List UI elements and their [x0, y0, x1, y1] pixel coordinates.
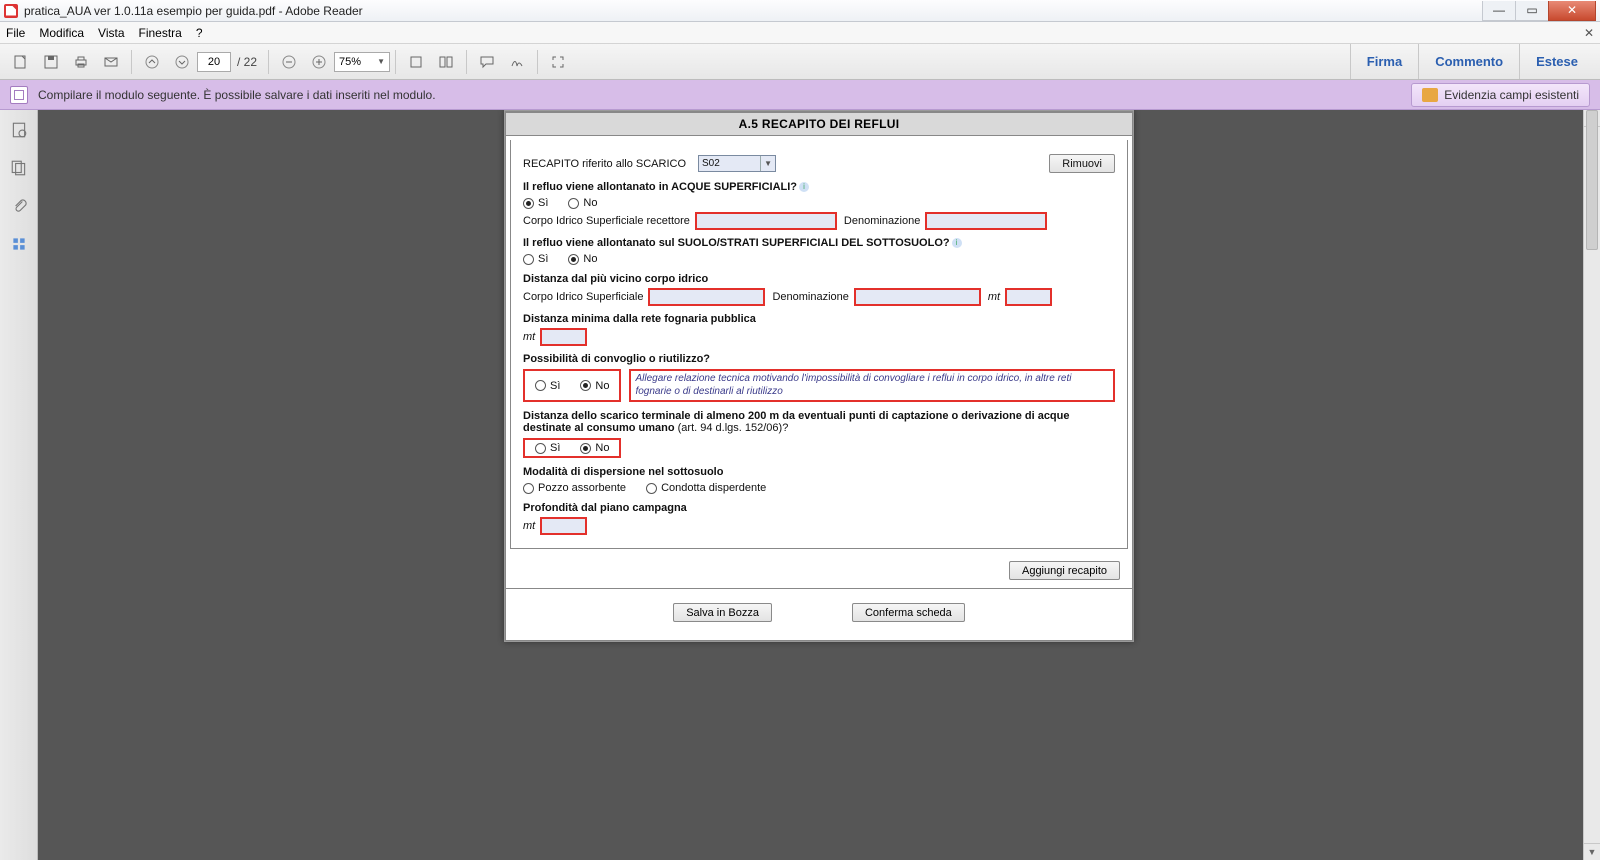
section-header: A.5 RECAPITO DEI REFLUI — [506, 112, 1132, 136]
denominazione-input-2[interactable] — [855, 289, 980, 305]
email-icon[interactable] — [99, 50, 123, 74]
mt-label-2: mt — [523, 331, 535, 343]
q2-label: Il refluo viene allontanato sul SUOLO/ST… — [523, 237, 950, 249]
modalita-label: Modalità di dispersione nel sottosuolo — [523, 466, 723, 478]
pdf-icon — [4, 4, 18, 18]
q1-si-radio[interactable]: Sì — [523, 197, 548, 209]
zoom-out-icon[interactable] — [277, 50, 301, 74]
mt-input-1[interactable] — [1006, 289, 1051, 305]
page-down-icon[interactable] — [170, 50, 194, 74]
panel-firma[interactable]: Firma — [1350, 44, 1418, 79]
print-icon[interactable] — [69, 50, 93, 74]
page-count-label: / 22 — [237, 55, 257, 69]
dist-fognaria-label: Distanza minima dalla rete fognaria pubb… — [523, 313, 756, 325]
corpo-recettore-input[interactable] — [696, 213, 836, 229]
profondita-label: Profondità dal piano campagna — [523, 502, 687, 514]
zoom-in-icon[interactable] — [307, 50, 331, 74]
tool-icon-1[interactable] — [404, 50, 428, 74]
q3-note: Allegare relazione tecnica motivando l'i… — [629, 369, 1115, 402]
fullscreen-icon[interactable] — [546, 50, 570, 74]
q3-si-radio[interactable]: Sì — [535, 380, 560, 392]
panel-commento[interactable]: Commento — [1418, 44, 1519, 79]
close-button[interactable]: ✕ — [1548, 1, 1596, 21]
maximize-button[interactable]: ▭ — [1515, 1, 1549, 21]
window-title: pratica_AUA ver 1.0.11a esempio per guid… — [24, 4, 363, 18]
menu-file[interactable]: File — [6, 26, 25, 40]
page-up-icon[interactable] — [140, 50, 164, 74]
pozzo-radio[interactable]: Pozzo assorbente — [523, 482, 626, 494]
recapito-value: S02 — [702, 158, 720, 169]
window-titlebar: pratica_AUA ver 1.0.11a esempio per guid… — [0, 0, 1600, 22]
scroll-down-icon[interactable]: ▼ — [1584, 843, 1600, 860]
dist-corpo-idrico-label: Distanza dal più vicino corpo idrico — [523, 273, 708, 285]
menu-vista[interactable]: Vista — [98, 26, 124, 40]
scrollbar-thumb[interactable] — [1586, 110, 1598, 250]
corpo-superficiale-input[interactable] — [649, 289, 764, 305]
form-infobar: Compilare il modulo seguente. È possibil… — [0, 80, 1600, 110]
page-number-input[interactable] — [197, 52, 231, 72]
mt-input-3[interactable] — [541, 518, 586, 534]
thumbnails-icon[interactable] — [9, 120, 29, 140]
chevron-down-icon: ▼ — [760, 156, 772, 171]
salva-bozza-button[interactable]: Salva in Bozza — [673, 603, 772, 622]
q3-label: Possibilità di convoglio o riutilizzo? — [523, 353, 710, 365]
menubar: File Modifica Vista Finestra ? ✕ — [0, 22, 1600, 44]
q3-no-radio[interactable]: No — [580, 380, 609, 392]
mt-label-1: mt — [988, 291, 1000, 303]
zoom-value: 75% — [339, 56, 361, 68]
side-toolbar — [0, 110, 38, 860]
q2-si-radio[interactable]: Sì — [523, 253, 548, 265]
conferma-scheda-button[interactable]: Conferma scheda — [852, 603, 965, 622]
highlight-icon — [1422, 88, 1438, 102]
aggiungi-recapito-button[interactable]: Aggiungi recapito — [1009, 561, 1120, 580]
export-pdf-icon[interactable] — [9, 50, 33, 74]
info-icon[interactable]: i — [952, 238, 962, 248]
menu-finestra[interactable]: Finestra — [139, 26, 182, 40]
q1-no-radio[interactable]: No — [568, 197, 597, 209]
pdf-page: A.5 RECAPITO DEI REFLUI RECAPITO riferit… — [504, 110, 1134, 642]
document-area: A.5 RECAPITO DEI REFLUI RECAPITO riferit… — [38, 110, 1600, 860]
denominazione-label-2: Denominazione — [772, 291, 848, 303]
corpo-superficiale-label: Corpo Idrico Superficiale — [523, 291, 643, 303]
menu-help[interactable]: ? — [196, 26, 203, 40]
highlight-fields-label: Evidenzia campi esistenti — [1444, 88, 1579, 102]
highlight-fields-button[interactable]: Evidenzia campi esistenti — [1411, 83, 1590, 107]
mt-label-3: mt — [523, 520, 535, 532]
q4-label-a: Distanza dello scarico terminale di alme… — [523, 410, 1070, 434]
save-icon[interactable] — [39, 50, 63, 74]
minimize-button[interactable]: — — [1482, 1, 1516, 21]
form-info-message: Compilare il modulo seguente. È possibil… — [38, 88, 436, 102]
q1-label: Il refluo viene allontanato in ACQUE SUP… — [523, 181, 797, 193]
vertical-scrollbar[interactable]: ▲ ▼ — [1583, 110, 1600, 860]
corpo-recettore-label: Corpo Idrico Superficiale recettore — [523, 215, 690, 227]
mt-input-2[interactable] — [541, 329, 586, 345]
q4-label-b: (art. 94 d.lgs. 152/06)? — [678, 422, 789, 434]
denominazione-label-1: Denominazione — [844, 215, 920, 227]
tool-icon-2[interactable] — [434, 50, 458, 74]
zoom-select[interactable]: 75%▼ — [334, 52, 390, 72]
panel-estese[interactable]: Estese — [1519, 44, 1594, 79]
recapito-select[interactable]: S02 ▼ — [698, 155, 776, 172]
recapito-label: RECAPITO riferito allo SCARICO — [523, 158, 686, 170]
toolbar: / 22 75%▼ Firma Commento Estese — [0, 44, 1600, 80]
info-icon[interactable]: i — [799, 182, 809, 192]
denominazione-input-1[interactable] — [926, 213, 1046, 229]
sign-icon[interactable] — [505, 50, 529, 74]
pages-icon[interactable] — [9, 158, 29, 178]
q4-no-radio[interactable]: No — [580, 442, 609, 454]
attachment-icon[interactable] — [9, 196, 29, 216]
comment-icon[interactable] — [475, 50, 499, 74]
menubar-close-icon[interactable]: ✕ — [1584, 26, 1594, 40]
rimuovi-button[interactable]: Rimuovi — [1049, 154, 1115, 173]
q4-si-radio[interactable]: Sì — [535, 442, 560, 454]
layers-icon[interactable] — [9, 234, 29, 254]
menu-modifica[interactable]: Modifica — [39, 26, 84, 40]
form-icon — [10, 86, 28, 104]
condotta-radio[interactable]: Condotta disperdente — [646, 482, 766, 494]
q2-no-radio[interactable]: No — [568, 253, 597, 265]
